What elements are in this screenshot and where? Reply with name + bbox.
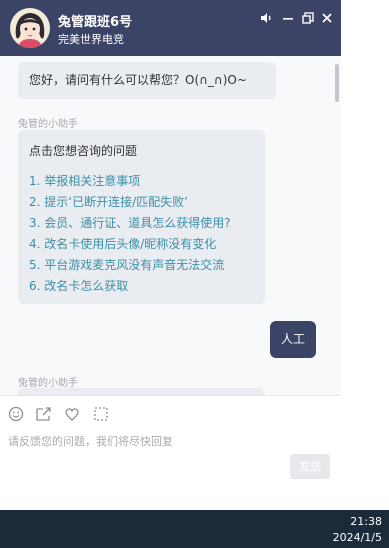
- faq-item[interactable]: 3. 会员、通行证、道具怎么获得使用?: [29, 214, 231, 231]
- greeting-message: 您好，请问有什么可以帮您？O(∩_∩)O~: [18, 62, 276, 99]
- clock-time: 21:38: [350, 515, 382, 528]
- minimize-icon[interactable]: [279, 8, 297, 28]
- partial-message: [18, 388, 265, 395]
- heart-icon[interactable]: [64, 404, 84, 424]
- sender-name: 兔管的小助手: [18, 119, 78, 130]
- crop-icon[interactable]: [93, 404, 113, 424]
- clock-date: 2024/1/5: [332, 531, 382, 544]
- sender-name: 兔管的小助手: [18, 378, 78, 389]
- faq-item[interactable]: 2. 提示‘已断开连接/匹配失败’: [29, 193, 188, 210]
- message-input[interactable]: [8, 430, 333, 452]
- chat-subtitle: 完美世界电竞: [58, 33, 124, 46]
- faq-item[interactable]: 6. 改名卡怎么获取: [29, 277, 128, 294]
- scrollbar-thumb[interactable]: [335, 64, 339, 102]
- faq-item[interactable]: 5. 平台游戏麦克风没有声音无法交流: [29, 256, 224, 273]
- faq-item[interactable]: 4. 改名卡使用后头像/昵称没有变化: [29, 235, 216, 252]
- screenshot-icon[interactable]: [35, 404, 55, 424]
- faq-heading: 点击您想咨询的问题: [29, 144, 138, 158]
- avatar: [10, 8, 50, 48]
- divider: [0, 395, 341, 396]
- chat-header: 兔管跟班6号 完美世界电竞: [0, 0, 341, 56]
- close-icon[interactable]: [318, 8, 336, 28]
- chat-history[interactable]: 您好，请问有什么可以帮您？O(∩_∩)O~ 兔管的小助手 点击您想咨询的问题 1…: [0, 56, 341, 395]
- taskbar-clock[interactable]: 21:38 2024/1/5: [333, 514, 382, 546]
- taskbar: [0, 510, 389, 548]
- chat-title: 兔管跟班6号: [58, 15, 133, 30]
- emoji-icon[interactable]: [8, 404, 28, 424]
- chat-window: 兔管跟班6号 完美世界电竞 您好，请问有什么可以帮您？O(∩_∩)O~ 兔管的小…: [0, 0, 341, 510]
- send-button[interactable]: 发送: [290, 454, 330, 479]
- volume-icon[interactable]: [257, 8, 275, 28]
- scrollbar[interactable]: [333, 58, 341, 395]
- faq-item[interactable]: 1. 举报相关注意事项: [29, 172, 140, 189]
- user-message: 人工: [270, 321, 316, 358]
- restore-icon[interactable]: [299, 8, 317, 28]
- faq-message: 点击您想咨询的问题 1. 举报相关注意事项 2. 提示‘已断开连接/匹配失败’ …: [18, 130, 265, 304]
